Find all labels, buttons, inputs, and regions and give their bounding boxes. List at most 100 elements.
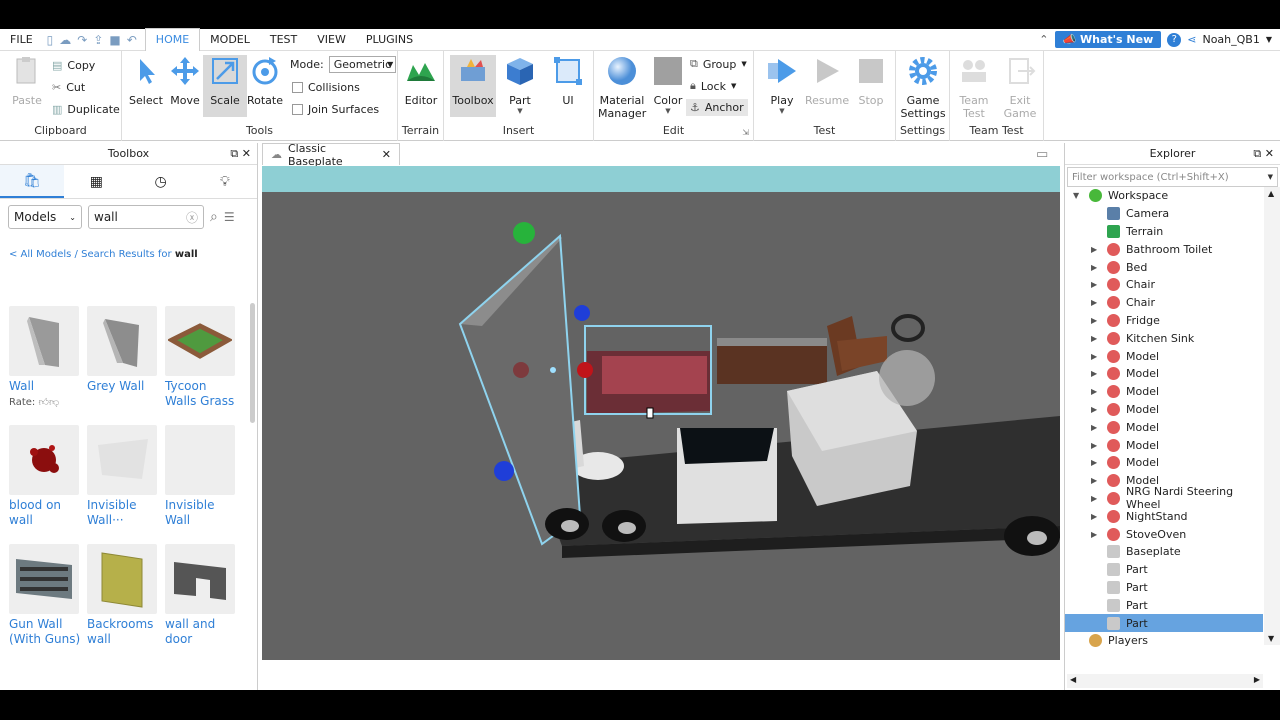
tab-view[interactable]: VIEW <box>307 29 356 51</box>
collapsed-arrow-icon[interactable]: ▶ <box>1091 441 1097 450</box>
explorer-row[interactable]: ▶ Model <box>1065 401 1263 419</box>
explorer-row[interactable]: ▶ Bed <box>1065 258 1263 276</box>
explorer-vscrollbar[interactable]: ▲ ▼ <box>1264 187 1280 645</box>
username[interactable]: Noah_QB1 <box>1202 33 1259 46</box>
scale-handle-green[interactable] <box>513 222 535 244</box>
chevron-down-icon[interactable]: ▼ <box>1266 35 1272 44</box>
tab-model[interactable]: MODEL <box>200 29 260 51</box>
tab-inventory[interactable]: ▦ <box>64 165 128 198</box>
clear-icon[interactable]: ⓧ <box>186 209 198 226</box>
thumbs-up-icon[interactable]: 👍︎ <box>39 397 49 408</box>
explorer-row[interactable]: Terrain <box>1065 223 1263 241</box>
tab-recent[interactable]: ◷ <box>129 165 193 198</box>
collapsed-arrow-icon[interactable]: ▶ <box>1091 387 1097 396</box>
collapsed-arrow-icon[interactable]: ▶ <box>1091 245 1097 254</box>
material-manager-button[interactable]: Material Manager <box>598 55 646 120</box>
explorer-row[interactable]: ▶ Chair <box>1065 294 1263 312</box>
collapsed-arrow-icon[interactable]: ▶ <box>1091 280 1097 289</box>
color-button[interactable]: Color ▼ <box>646 55 690 117</box>
breadcrumb[interactable]: < All Models / Search Results for wall <box>9 249 198 260</box>
toolbox-search-input[interactable]: wall ⓧ <box>88 205 204 229</box>
rotate-button[interactable]: Rotate <box>243 55 287 117</box>
copy-button[interactable]: ▤ Copy <box>52 59 95 72</box>
undock-icon[interactable]: ⧉ <box>1253 147 1261 160</box>
exit-game-button[interactable]: Exit Game <box>998 55 1042 120</box>
open-cloud-icon[interactable]: ☁ <box>59 33 71 47</box>
tab-home[interactable]: HOME <box>144 28 201 51</box>
menu-file[interactable]: FILE <box>0 29 43 51</box>
undo-icon[interactable]: ↶ <box>127 33 137 47</box>
move-button[interactable]: Move <box>163 55 207 117</box>
3d-viewport[interactable] <box>262 166 1060 660</box>
explorer-row[interactable]: ▶ Model <box>1065 418 1263 436</box>
play-button[interactable]: Play ▼ <box>760 55 804 117</box>
undock-icon[interactable]: ⧉ <box>230 147 238 160</box>
explorer-row[interactable]: Part <box>1065 579 1263 597</box>
ui-button[interactable]: UI <box>546 55 590 117</box>
mode-selector[interactable]: Mode: Geometric ▼ <box>290 56 397 73</box>
select-button[interactable]: Select <box>124 55 168 117</box>
tab-plugins[interactable]: PLUGINS <box>356 29 423 51</box>
whats-new-button[interactable]: 📣 What's New <box>1054 31 1162 48</box>
scale-handle-blue[interactable] <box>574 305 590 321</box>
filter-settings-icon[interactable]: ☰ <box>224 210 235 224</box>
publish-icon[interactable]: ⇪ <box>93 33 103 47</box>
explorer-row[interactable]: Part <box>1065 561 1263 579</box>
collapsed-arrow-icon[interactable]: ▶ <box>1091 512 1097 521</box>
toolbox-item[interactable]: blood on wall <box>9 425 81 528</box>
explorer-row[interactable]: ▶ NRG Nardi Steering Wheel <box>1065 485 1263 511</box>
explorer-row[interactable]: ▶ StoveOven <box>1065 525 1263 543</box>
collapsed-arrow-icon[interactable]: ▶ <box>1091 352 1097 361</box>
mode-value[interactable]: Geometric <box>328 56 397 73</box>
scale-handle-red[interactable] <box>577 362 593 378</box>
explorer-row[interactable]: Part <box>1065 614 1263 632</box>
join-surfaces-checkbox[interactable] <box>292 104 303 115</box>
team-test-button[interactable]: Team Test <box>952 55 996 120</box>
explorer-row[interactable]: Part <box>1065 596 1263 614</box>
explorer-row[interactable]: ▶ Fridge <box>1065 312 1263 330</box>
collisions-checkbox[interactable] <box>292 82 303 93</box>
collapsed-arrow-icon[interactable]: ▶ <box>1091 316 1097 325</box>
lock-button[interactable]: 🔒︎ Lock ▼ <box>690 79 736 93</box>
join-surfaces-toggle[interactable]: Join Surfaces <box>292 103 379 116</box>
paste-button[interactable]: Paste <box>5 55 49 117</box>
resume-button[interactable]: Resume <box>805 55 849 117</box>
scale-handle-red[interactable] <box>513 362 529 378</box>
toolbox-item[interactable]: wall and door <box>165 544 237 647</box>
explorer-row[interactable]: ▶ Chair <box>1065 276 1263 294</box>
restore-viewport-icon[interactable]: ▭ <box>1036 147 1048 162</box>
share-icon[interactable]: ⋖ <box>1187 33 1196 46</box>
toolbox-button[interactable]: Toolbox <box>450 55 496 117</box>
collapsed-arrow-icon[interactable]: ▶ <box>1091 263 1097 272</box>
toolbox-item[interactable]: Grey Wall <box>87 306 159 394</box>
toolbox-item[interactable]: Tycoon Walls Grass <box>165 306 237 409</box>
explorer-row[interactable]: ▶ NightStand <box>1065 507 1263 525</box>
new-file-icon[interactable]: ▯ <box>47 33 54 47</box>
chevron-down-icon[interactable]: ▼ <box>1268 173 1273 181</box>
save-icon[interactable]: ■ <box>109 33 120 47</box>
game-settings-button[interactable]: Game Settings <box>900 55 946 120</box>
collapsed-arrow-icon[interactable]: ▶ <box>1091 494 1097 503</box>
toolbox-scrollbar[interactable] <box>250 303 255 423</box>
collapsed-arrow-icon[interactable]: ▶ <box>1091 334 1097 343</box>
toolbox-item[interactable]: Wall Rate: 👍︎👎︎ <box>9 306 81 408</box>
collapsed-arrow-icon[interactable]: ▶ <box>1091 298 1097 307</box>
explorer-row[interactable]: ▶ Model <box>1065 436 1263 454</box>
search-icon[interactable]: ⌕ <box>210 209 218 225</box>
help-icon[interactable]: ? <box>1167 32 1182 47</box>
collapsed-arrow-icon[interactable]: ▶ <box>1091 530 1097 539</box>
tab-marketplace[interactable]: 🛍︎ <box>0 165 65 198</box>
collapsed-arrow-icon[interactable]: ▶ <box>1091 423 1097 432</box>
scale-handle-blue[interactable] <box>494 461 514 481</box>
duplicate-button[interactable]: ▥ Duplicate <box>52 103 120 116</box>
collapsed-arrow-icon[interactable]: ▶ <box>1091 476 1097 485</box>
stop-button[interactable]: Stop <box>849 55 893 117</box>
breadcrumb-prefix[interactable]: < All Models / Search Results for <box>9 249 175 260</box>
explorer-filter-input[interactable]: Filter workspace (Ctrl+Shift+X) ▼ <box>1067 167 1278 187</box>
scale-button[interactable]: Scale <box>203 55 247 117</box>
tab-creations[interactable]: 💡︎ <box>193 165 257 198</box>
close-icon[interactable]: ✕ <box>382 148 391 161</box>
collapsed-arrow-icon[interactable]: ▶ <box>1091 405 1097 414</box>
group-button[interactable]: ⧉ Group ▼ <box>690 57 747 71</box>
anchor-button[interactable]: ⚓︎ Anchor <box>686 99 748 116</box>
